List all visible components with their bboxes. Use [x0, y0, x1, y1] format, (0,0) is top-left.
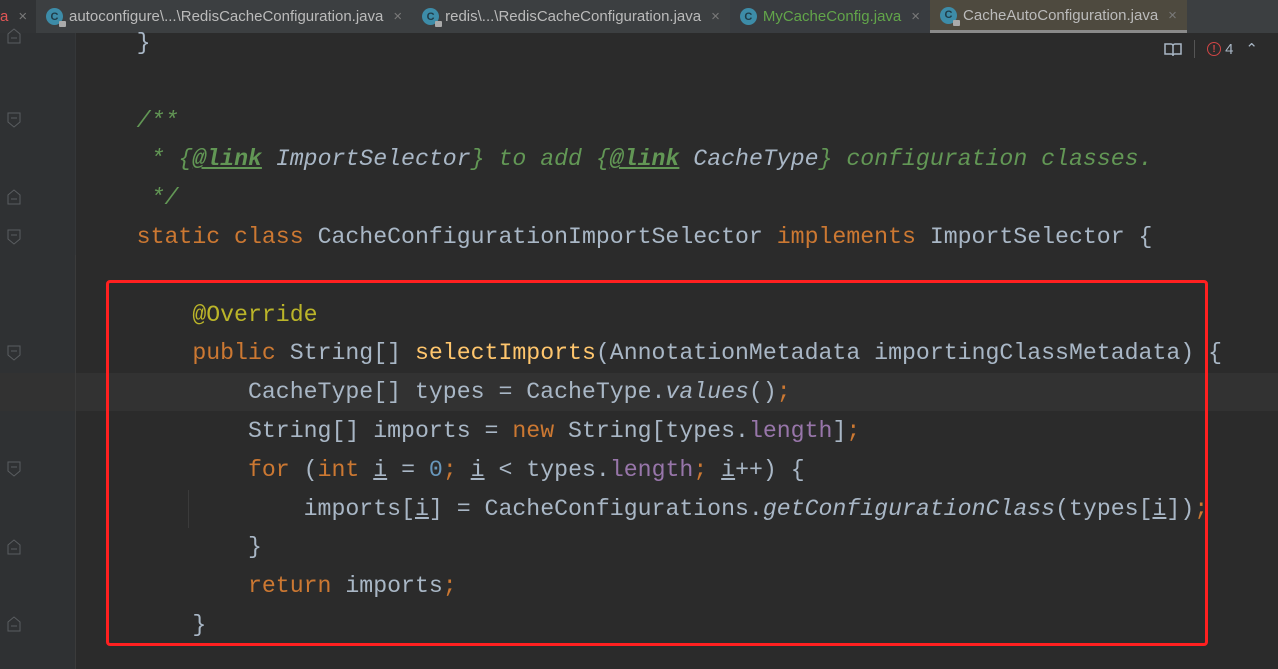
fold-end-icon[interactable]: [6, 28, 22, 44]
close-icon[interactable]: ×: [393, 8, 402, 25]
problems-indicator[interactable]: ! 4: [1207, 41, 1233, 58]
code-token: @link: [609, 146, 680, 173]
expand-icon[interactable]: ⌃: [1245, 40, 1258, 58]
fold-icon[interactable]: [6, 345, 22, 361]
class-icon: C: [940, 6, 961, 26]
code-line: }: [81, 24, 1222, 63]
code-line: static class CacheConfigurationImportSel…: [81, 218, 1222, 257]
code-token: ImportSelector {: [929, 223, 1153, 250]
close-icon[interactable]: ×: [18, 8, 27, 25]
code-token: CacheConfigurationImportSelector: [317, 223, 777, 250]
tab-label: autoconfigure\...\RedisCacheConfiguratio…: [69, 8, 384, 25]
fold-end-icon[interactable]: [6, 616, 22, 632]
code-token: } to add {: [470, 146, 610, 173]
code-line: */: [81, 179, 1222, 218]
code-line: * {@link ImportSelector} to add {@link C…: [81, 140, 1222, 179]
code-token: @link: [192, 146, 262, 173]
close-icon[interactable]: ×: [711, 8, 720, 25]
problems-count: 4: [1225, 40, 1234, 58]
highlight-box: [106, 280, 1208, 646]
fold-end-icon[interactable]: [6, 189, 22, 205]
code-token: }: [81, 30, 151, 56]
class-icon: C: [739, 8, 757, 25]
code-token: implements: [776, 223, 930, 250]
fold-end-icon[interactable]: [6, 539, 22, 555]
close-icon[interactable]: ×: [911, 8, 920, 25]
tab-label: CacheAutoConfiguration.java: [963, 6, 1159, 24]
divider: [1194, 40, 1196, 58]
fold-icon[interactable]: [6, 461, 22, 477]
close-icon[interactable]: ×: [1168, 7, 1177, 24]
code-token: CacheType: [679, 146, 819, 173]
code-line: /**: [81, 102, 1222, 141]
editor-status: ! 4 ⌃: [1164, 40, 1258, 58]
code-token: */: [81, 185, 179, 212]
tab-label: redis\...\RedisCacheConfiguration.java: [445, 8, 702, 25]
lock-icon: [59, 21, 66, 27]
code-token: /**: [81, 107, 179, 134]
tab-label: a: [0, 8, 9, 25]
indent-guide: [75, 255, 76, 669]
editor-gutter: [0, 28, 76, 669]
fold-icon[interactable]: [6, 112, 22, 128]
code-token: static class: [81, 223, 318, 250]
code-token: * {: [81, 146, 193, 173]
book-icon[interactable]: [1164, 42, 1182, 56]
tab-label: MyCacheConfig.java: [762, 8, 902, 25]
fold-icon[interactable]: [6, 229, 22, 245]
code-token: } configuration classes.: [818, 146, 1153, 173]
error-icon: !: [1207, 42, 1222, 56]
class-icon: C: [422, 8, 443, 27]
class-icon: C: [46, 8, 66, 27]
code-token: ImportSelector: [261, 146, 471, 173]
